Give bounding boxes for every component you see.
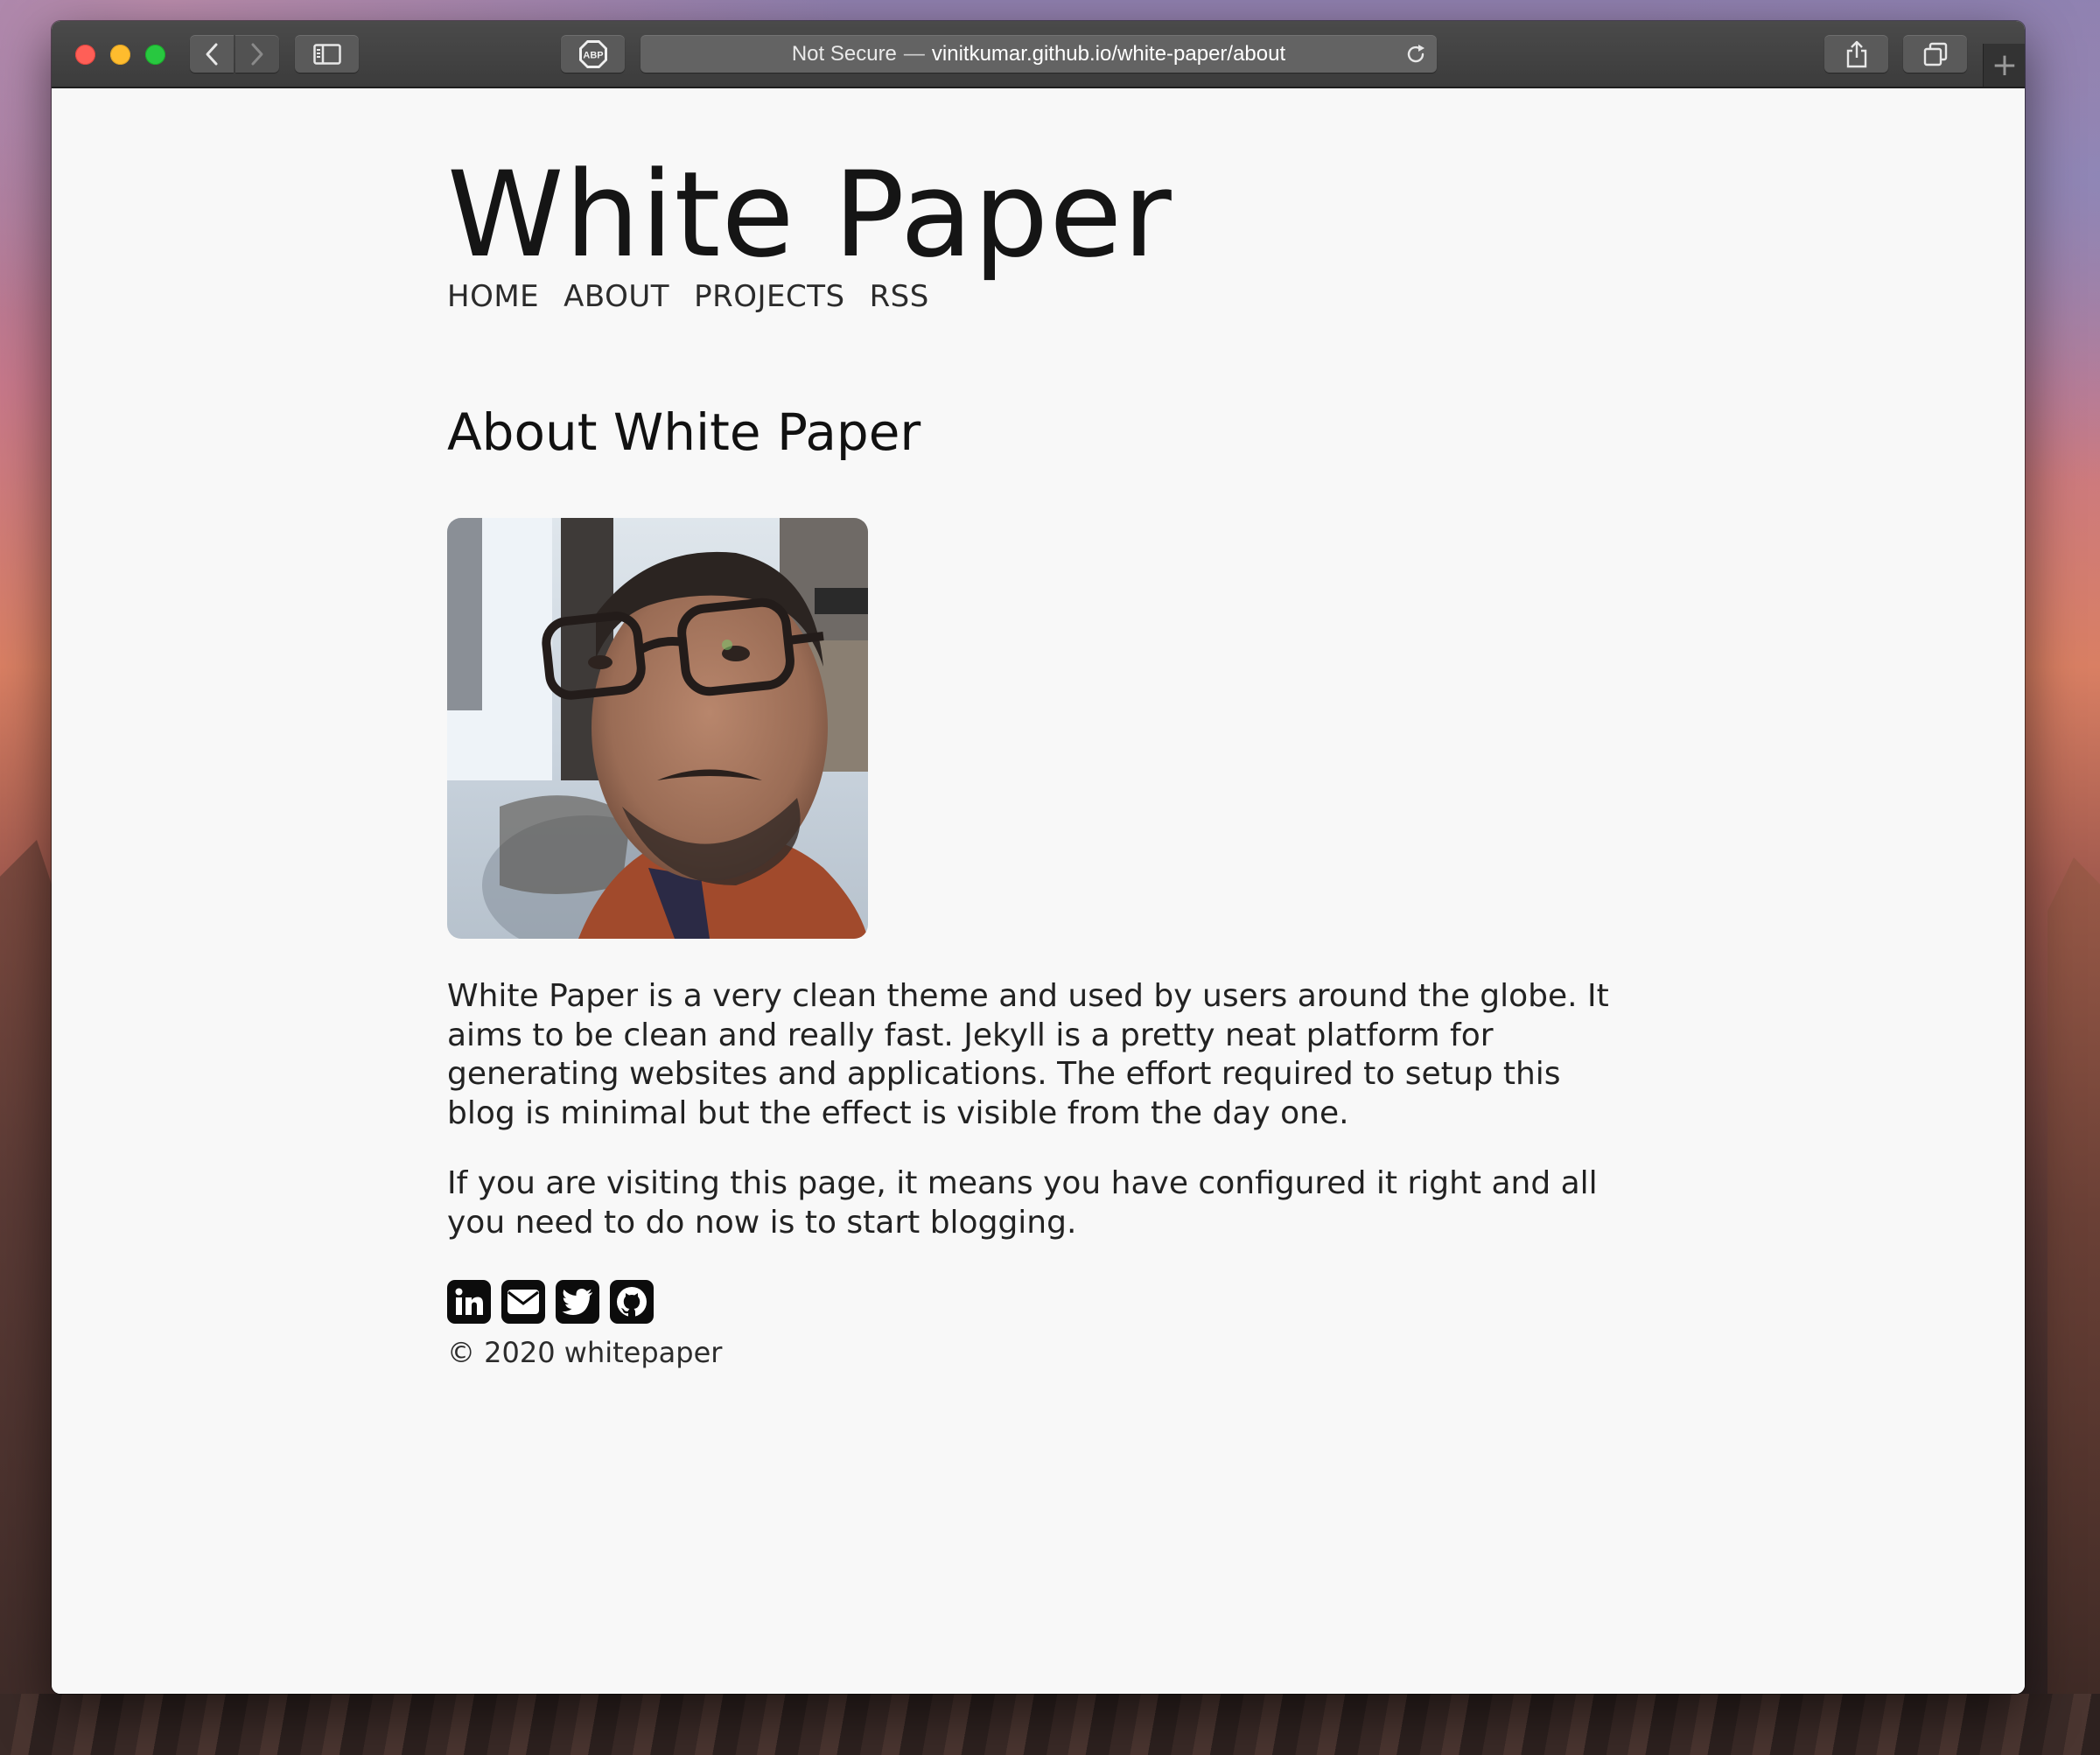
nav-about[interactable]: ABOUT [564, 279, 669, 314]
portrait-illustration [447, 518, 868, 939]
security-status: Not Secure [791, 41, 897, 66]
nav-projects[interactable]: PROJECTS [694, 279, 845, 314]
chevron-left-icon [206, 43, 218, 65]
twitter-icon [562, 1289, 592, 1315]
page-title: About White Paper [447, 402, 921, 462]
back-button[interactable] [190, 35, 234, 73]
site-nav: HOME ABOUT PROJECTS RSS [447, 279, 929, 314]
adblock-plus-icon: ABP [578, 39, 607, 68]
github-icon [617, 1287, 647, 1317]
author-photo [447, 518, 868, 939]
email-link[interactable] [501, 1280, 545, 1324]
share-button[interactable] [1824, 35, 1888, 73]
forward-button[interactable] [235, 35, 279, 73]
github-link[interactable] [610, 1280, 654, 1324]
email-icon [508, 1290, 539, 1314]
social-links [447, 1280, 654, 1324]
linkedin-link[interactable] [447, 1280, 491, 1324]
plus-icon: + [1991, 46, 2019, 83]
tabs-overview-icon [1923, 42, 1947, 66]
twitter-link[interactable] [556, 1280, 599, 1324]
chevron-right-icon [251, 43, 263, 65]
zoom-window-button[interactable] [145, 45, 165, 65]
close-window-button[interactable] [75, 45, 95, 65]
footer-copyright: © 2020 whitepaper [447, 1336, 723, 1369]
nav-home[interactable]: HOME [447, 279, 539, 314]
sidebar-toggle-button[interactable] [295, 35, 359, 73]
linkedin-icon [455, 1288, 483, 1315]
address-bar[interactable]: Not Secure — vinitkumar.github.io/white-… [640, 35, 1437, 73]
about-paragraph-2: If you are visiting this page, it means … [447, 1165, 1598, 1241]
reload-icon[interactable] [1404, 42, 1428, 66]
new-tab-button[interactable]: + [1983, 44, 2025, 87]
address-separator: — [903, 41, 925, 66]
address-url: vinitkumar.github.io/white-paper/about [931, 41, 1286, 66]
show-tabs-button[interactable] [1903, 35, 1967, 73]
adblock-button[interactable]: ABP [561, 35, 625, 73]
about-paragraph-1: White Paper is a very clean theme and us… [447, 978, 1609, 1131]
share-icon [1846, 40, 1866, 67]
desktop-wallpaper-right [2048, 857, 2100, 1755]
adblock-label: ABP [583, 50, 603, 60]
minimize-window-button[interactable] [110, 45, 130, 65]
browser-window: ABP Not Secure — vinitkumar.github.io/wh… [52, 21, 2025, 1694]
desktop-wallpaper-bottom [0, 1694, 2100, 1755]
nav-rss[interactable]: RSS [870, 279, 929, 314]
page-content: White Paper HOME ABOUT PROJECTS RSS Abou… [52, 88, 2025, 1694]
sidebar-icon [312, 43, 341, 65]
site-title[interactable]: White Paper [447, 150, 1172, 281]
browser-toolbar: ABP Not Secure — vinitkumar.github.io/wh… [52, 21, 2025, 88]
